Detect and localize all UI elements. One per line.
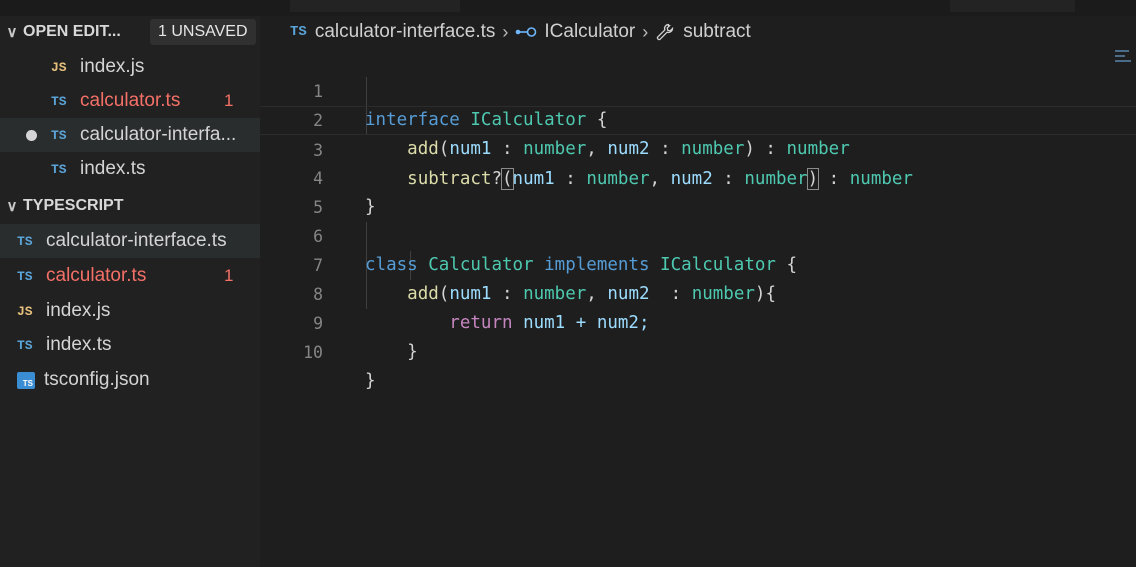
open-editor-item-active[interactable]: TS calculator-interfa... xyxy=(0,118,260,152)
tsconfig-file-icon: TS xyxy=(17,371,35,389)
js-file-icon: JS xyxy=(51,59,67,75)
open-editor-item[interactable]: TS index.ts xyxy=(0,152,260,186)
project-file-item[interactable]: JS index.js xyxy=(0,294,260,328)
js-file-icon: JS xyxy=(17,303,33,319)
open-editors-title: OPEN EDIT... xyxy=(23,23,121,40)
file-name: tsconfig.json xyxy=(44,369,150,390)
file-name: index.ts xyxy=(80,158,146,179)
code-line-current: 3 subtract?(num1 : number, num2 : number… xyxy=(260,106,1136,190)
code-line: 6 class Calculator implements ICalculato… xyxy=(260,193,1136,275)
code-line: 10 } xyxy=(260,309,1136,391)
code-line: 5 xyxy=(260,164,1136,217)
project-folder-header[interactable]: ∨ TYPESCRIPT xyxy=(0,190,260,222)
ts-file-icon: TS xyxy=(51,127,67,143)
unsaved-dot-icon[interactable] xyxy=(26,129,37,141)
ts-file-icon: TS xyxy=(17,337,33,353)
code-line: 8 return num1 + num2; xyxy=(260,251,1136,333)
tab-strip-segment xyxy=(950,0,1075,12)
project-file-item[interactable]: TS index.ts xyxy=(0,328,260,362)
code-line: 4 } xyxy=(260,135,1136,217)
breadcrumb-member[interactable]: subtract xyxy=(683,21,751,43)
ts-file-icon: TS xyxy=(17,268,33,284)
interface-icon xyxy=(515,26,537,38)
ts-file-icon: TS xyxy=(51,161,67,177)
wrench-icon xyxy=(655,22,675,42)
error-count: 1 xyxy=(224,266,234,285)
code-line: 2 add(num1 : number, num2 : number) : nu… xyxy=(260,77,1136,159)
explorer-sidebar: ∨ OPEN EDIT... 1 UNSAVED JS index.js TS … xyxy=(0,16,260,567)
chevron-down-icon: ∨ xyxy=(6,198,18,215)
chevron-right-icon: › xyxy=(642,21,649,42)
project-file-item-selected[interactable]: TS calculator-interface.ts xyxy=(0,224,260,258)
ts-file-icon: TS xyxy=(51,93,67,109)
ts-file-icon: TS xyxy=(17,233,33,249)
file-name: calculator.ts xyxy=(46,265,147,286)
error-count: 1 xyxy=(224,91,234,110)
code-line: 1 interface ICalculator { xyxy=(260,48,1136,130)
ts-file-icon: TS xyxy=(290,24,307,40)
project-file-item[interactable]: TS tsconfig.json xyxy=(0,363,260,397)
open-editor-item[interactable]: JS index.js xyxy=(0,50,260,84)
project-file-item[interactable]: TS calculator.ts 1 xyxy=(0,259,260,293)
file-name: calculator-interface.ts xyxy=(46,230,227,251)
line-number: 10 xyxy=(303,343,323,362)
tab-strip-segment xyxy=(290,0,460,12)
breadcrumb: TS calculator-interface.ts › ICalculator… xyxy=(290,20,751,44)
code-editor[interactable]: TS calculator-interface.ts › ICalculator… xyxy=(260,16,1136,567)
project-folder-title: TYPESCRIPT xyxy=(23,197,124,214)
code-line: 7 add(num1 : number, num2 : number){ xyxy=(260,222,1136,304)
breadcrumb-interface[interactable]: ICalculator xyxy=(544,21,635,43)
chevron-right-icon: › xyxy=(502,21,509,42)
open-editors-header[interactable]: ∨ OPEN EDIT... 1 UNSAVED xyxy=(0,16,260,48)
file-name: calculator.ts xyxy=(80,90,181,111)
file-name: calculator-interfa... xyxy=(80,124,237,145)
file-name: index.js xyxy=(46,300,111,321)
unsaved-badge: 1 UNSAVED xyxy=(150,19,256,45)
open-editor-item[interactable]: TS calculator.ts 1 xyxy=(0,84,260,118)
chevron-down-icon: ∨ xyxy=(6,24,18,41)
file-name: index.js xyxy=(80,56,145,77)
file-name: index.ts xyxy=(46,334,112,355)
breadcrumb-file[interactable]: calculator-interface.ts xyxy=(315,21,496,43)
code-line: 9 } xyxy=(260,280,1136,362)
tab-bar xyxy=(0,0,1136,16)
